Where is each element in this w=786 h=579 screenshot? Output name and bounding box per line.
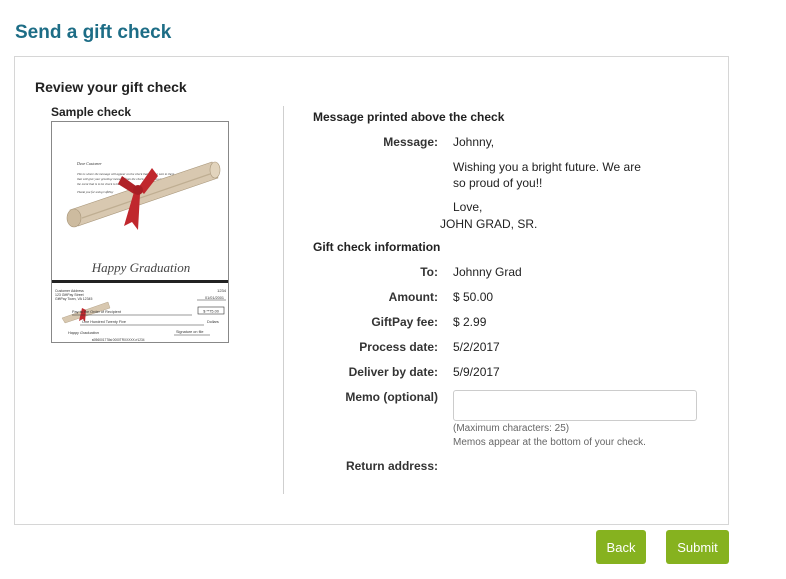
review-title: Review your gift check xyxy=(35,79,187,95)
sample-check-image: Dear Customer This is where the message … xyxy=(51,121,229,343)
check-illustration: Dear Customer This is where the message … xyxy=(52,161,228,342)
check-number: 1234 xyxy=(217,288,227,293)
check-greeting: Dear Customer xyxy=(76,161,102,166)
memo-hint-info: Memos appear at the bottom of your check… xyxy=(453,437,646,448)
check-occasion: Happy Graduation xyxy=(91,260,191,275)
message-heading: Message printed above the check xyxy=(313,110,505,124)
submit-button[interactable]: Submit xyxy=(666,530,729,564)
check-amount-words: One Hundred Twenty Five xyxy=(82,320,126,324)
memo-hint-max: (Maximum characters: 25) xyxy=(453,423,570,434)
back-button[interactable]: Back xyxy=(596,530,646,564)
to-value: Johnny Grad xyxy=(453,265,522,279)
check-date: 01/01/2001 xyxy=(205,296,224,300)
amount-value: $ 50.00 xyxy=(453,290,494,304)
memo-label: Memo (optional) xyxy=(345,390,438,404)
info-heading: Gift check information xyxy=(313,240,441,254)
check-address-line: GiftPay Town, VA 12345 xyxy=(55,297,92,301)
return-address-label: Return address: xyxy=(345,459,438,473)
message-body-line: so proud of you!! xyxy=(453,176,543,190)
message-signature: JOHN GRAD, SR. xyxy=(440,217,538,231)
message-body-line: Wishing you a bright future. We are xyxy=(453,160,641,174)
deliver-date-value: 5/9/2017 xyxy=(453,365,500,379)
memo-input[interactable] xyxy=(453,390,697,421)
process-date-value: 5/2/2017 xyxy=(453,340,500,354)
column-divider xyxy=(283,106,284,494)
message-closing: Love, xyxy=(453,200,483,214)
to-label: To: xyxy=(420,265,438,279)
check-body-line: Thank you for using GiftPay xyxy=(77,190,114,194)
check-signature: Signature on file xyxy=(176,330,203,334)
message-label: Message: xyxy=(383,135,438,149)
sample-check-label: Sample check xyxy=(51,105,132,119)
amount-label: Amount: xyxy=(388,290,438,304)
message-greeting: Johnny, xyxy=(453,135,495,149)
process-date-label: Process date: xyxy=(359,340,438,354)
check-memo: Happy Graduation xyxy=(68,331,99,335)
deliver-date-label: Deliver by date: xyxy=(348,365,438,379)
fee-label: GiftPay fee: xyxy=(371,315,438,329)
check-body-line: This is where the message will appear on… xyxy=(77,172,175,176)
check-payee: Pay to the Order of Recipient xyxy=(72,310,122,314)
perforation-line xyxy=(52,280,228,283)
check-amount-box: $ **75.00 xyxy=(203,310,219,314)
check-micr: ⑆056001778⑆ 0000TRXXXXX ⑈1234 xyxy=(92,338,145,342)
check-dollars-word: Dollars xyxy=(207,320,219,324)
page-title: Send a gift check xyxy=(15,22,172,43)
fee-value: $ 2.99 xyxy=(453,315,487,329)
